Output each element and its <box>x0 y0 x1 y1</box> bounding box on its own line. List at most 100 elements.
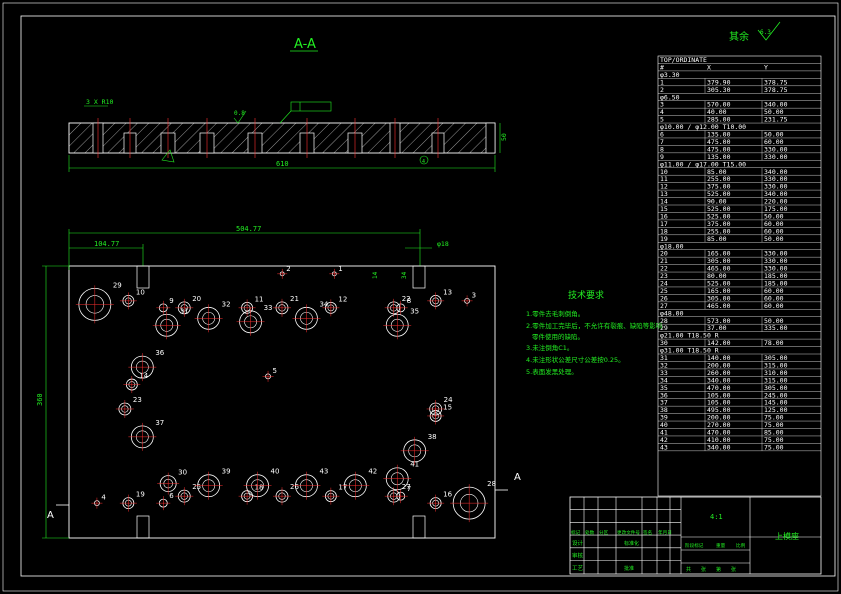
hole-17: 17 <box>322 484 347 505</box>
tech-req-2: 2.零件加工完毕后，不允许有裂痕、缺陷等影响零件使用的缺陷。 <box>526 321 663 341</box>
hole-label: 26 <box>290 483 299 491</box>
sheet-label: 共 <box>686 566 691 573</box>
section-view: 610 3 X R10 50 0.8 4 <box>68 98 508 172</box>
hole-label: 12 <box>338 295 347 303</box>
hole-label: 39 <box>222 468 231 476</box>
svg-text:335.00: 335.00 <box>764 324 788 332</box>
height-dim: 360 <box>36 393 44 406</box>
hole-label: 5 <box>273 367 277 375</box>
svg-text:340.00: 340.00 <box>707 443 731 451</box>
left-offset-dim: 104.77 <box>94 240 119 248</box>
sheet-label: 张 <box>731 566 736 573</box>
table-row: 43 340.00 75.00 <box>660 443 784 451</box>
hole-label: 33 <box>264 304 273 312</box>
table-header: TOP/ORDINATE <box>660 56 707 64</box>
svg-text:43: 43 <box>660 443 668 451</box>
title-label: 签名 <box>643 529 652 536</box>
sheet-label: 第 <box>716 566 721 573</box>
title-label: 年月日 <box>658 529 672 536</box>
cut-mark-right: A <box>514 472 521 483</box>
tolerance-frame <box>290 101 332 112</box>
hole-label: 15 <box>443 403 452 411</box>
hole-label: 21 <box>290 295 299 303</box>
tech-req-title: 技术要求 <box>568 289 604 301</box>
svg-text:75.00: 75.00 <box>764 443 784 451</box>
hole-label: 32 <box>222 300 231 308</box>
hole-label: 1 <box>338 265 342 273</box>
hole-11: 11 <box>238 295 264 317</box>
hole-label: 37 <box>155 419 164 427</box>
hole-5: 5 <box>262 367 277 382</box>
hole-1: 1 <box>329 265 343 279</box>
hole-14: 14 <box>123 372 149 394</box>
roughness-dim: 0.8 <box>234 110 245 117</box>
hole-label: 31 <box>180 307 189 315</box>
hole-label: 27 <box>402 483 411 491</box>
hole-label: 40 <box>271 468 280 476</box>
hole-label: 43 <box>319 468 328 476</box>
hole-label: 19 <box>136 491 145 499</box>
svg-text:85.00: 85.00 <box>707 235 727 243</box>
title-label: 标记 <box>571 529 581 536</box>
hole-19: 19 <box>119 491 145 512</box>
hole-label: 3 <box>472 291 476 299</box>
section-hole-dim: 4 <box>422 159 425 165</box>
overall-dim: 504.77 <box>236 225 261 233</box>
hole-label: 20 <box>192 295 201 303</box>
hole-label: 6 <box>169 492 174 500</box>
hole-21: 21 <box>273 295 299 317</box>
depth-dim: 14 <box>372 271 379 279</box>
hole-13: 13 <box>427 288 452 310</box>
hole-16: 16 <box>427 491 453 512</box>
hole-label: 22 <box>402 295 411 303</box>
hole-25: 25 <box>175 483 201 506</box>
hole-label: 10 <box>136 288 145 296</box>
svg-text:60.00: 60.00 <box>764 302 784 310</box>
hole-label: 11 <box>255 295 264 303</box>
hole-table: TOP/ORDINATE# X Yφ3.301 379.90 378.752 305.30… <box>657 55 822 497</box>
hole-32: 32 <box>194 300 231 333</box>
title-row: 工艺 <box>572 565 584 572</box>
hole-label: 18 <box>255 484 264 492</box>
svg-text:465.00: 465.00 <box>707 302 731 310</box>
title-row: 审核 <box>572 552 584 560</box>
svg-text:305.30: 305.30 <box>707 86 731 94</box>
title-label: 更改文件号 <box>617 529 640 536</box>
hole-label: 24 <box>444 396 453 404</box>
part-name: 上模座 <box>775 531 799 541</box>
hole-label: 42 <box>368 468 377 476</box>
hole-label: 30 <box>178 469 187 477</box>
ratio-label: 比例 <box>736 542 746 549</box>
hole-label: 17 <box>338 484 347 492</box>
depth2-dim: 34 <box>401 271 408 279</box>
hole-34: 34 <box>292 300 329 333</box>
section-title: A-A <box>294 37 316 52</box>
section-width-dim: 610 <box>276 160 289 168</box>
hole-6: 6 <box>156 492 174 511</box>
hole-9: 9 <box>156 297 174 315</box>
hole-29: 29 <box>75 281 122 324</box>
table-group-label: φ11.00 / φ17.00 T15.00 <box>660 160 746 168</box>
hole-4: 4 <box>91 494 106 509</box>
hole-label: 2 <box>286 265 290 273</box>
slot-dim: 3 X R10 <box>86 98 113 106</box>
hole-37: 37 <box>128 419 164 451</box>
hole-label: 25 <box>192 483 201 491</box>
tech-req-1: 1.零件去毛刺倒角。 <box>526 309 584 318</box>
title-mid: 批准 <box>624 565 634 572</box>
table-group-label: φ10.00 / φ12.00 T10.00 <box>660 123 746 131</box>
table-col-x: X <box>707 63 711 71</box>
tech-req-4: 4.未注形状公差尺寸公差按0.25。 <box>526 355 625 364</box>
hole-label: 13 <box>443 288 452 296</box>
table-col-y: Y <box>764 63 768 71</box>
weight-label: 重量 <box>716 542 726 549</box>
hole-2: 2 <box>277 265 291 279</box>
cad-drawing: A-A 其余 6.3 610 3 X R10 50 0.8 4 504.77 1… <box>2 2 839 592</box>
hole-23: 23 <box>115 396 142 418</box>
hole-label: 34 <box>319 300 328 308</box>
hole-label: 23 <box>133 396 142 404</box>
surface-note: 其余 <box>729 30 749 43</box>
tech-requirements: 技术要求 1.零件去毛刺倒角。 2.零件加工完毕后，不允许有裂痕、缺陷等影响零件… <box>526 289 663 376</box>
svg-text:50.00: 50.00 <box>764 235 784 243</box>
hole-label: 35 <box>410 307 419 315</box>
